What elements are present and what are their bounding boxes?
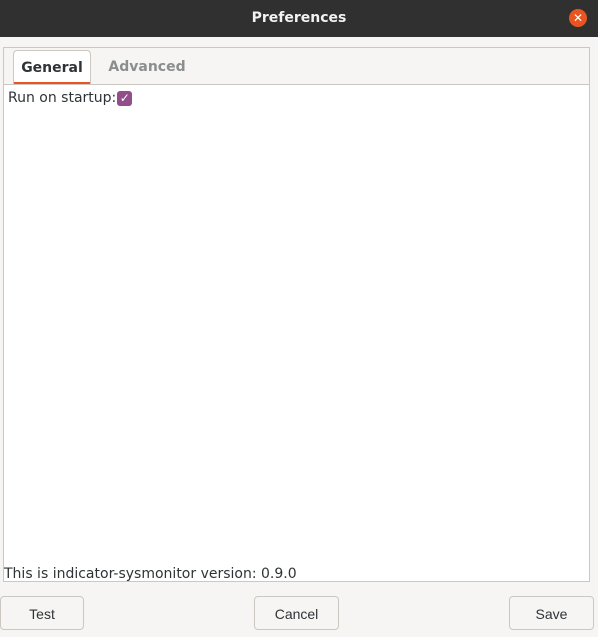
title-bar: Preferences ✕ — [0, 0, 598, 37]
run-on-startup-checkbox[interactable]: ✓ — [117, 90, 133, 106]
close-icon: ✕ — [572, 11, 584, 25]
run-on-startup-row: Run on startup: ✓ — [8, 89, 133, 107]
tab-general-label: General — [21, 60, 83, 76]
close-button[interactable]: ✕ — [569, 9, 587, 27]
test-button[interactable]: Test — [0, 596, 84, 630]
tab-advanced-label: Advanced — [108, 59, 186, 75]
tab-bar: General Advanced — [4, 48, 589, 85]
tab-notebook: General Advanced Run on startup: ✓ This i… — [3, 47, 590, 582]
run-on-startup-label: Run on startup: — [8, 90, 117, 106]
tab-general[interactable]: General — [13, 50, 91, 84]
check-icon: ✓ — [119, 90, 130, 105]
preferences-window: Preferences ✕ General Advanced Run on st… — [0, 0, 598, 637]
save-button[interactable]: Save — [509, 596, 594, 630]
window-title: Preferences — [251, 10, 347, 26]
version-text: This is indicator-sysmonitor version: 0.… — [4, 566, 297, 582]
tab-advanced[interactable]: Advanced — [102, 50, 192, 84]
active-tab-indicator — [14, 82, 90, 84]
cancel-button[interactable]: Cancel — [254, 596, 339, 630]
